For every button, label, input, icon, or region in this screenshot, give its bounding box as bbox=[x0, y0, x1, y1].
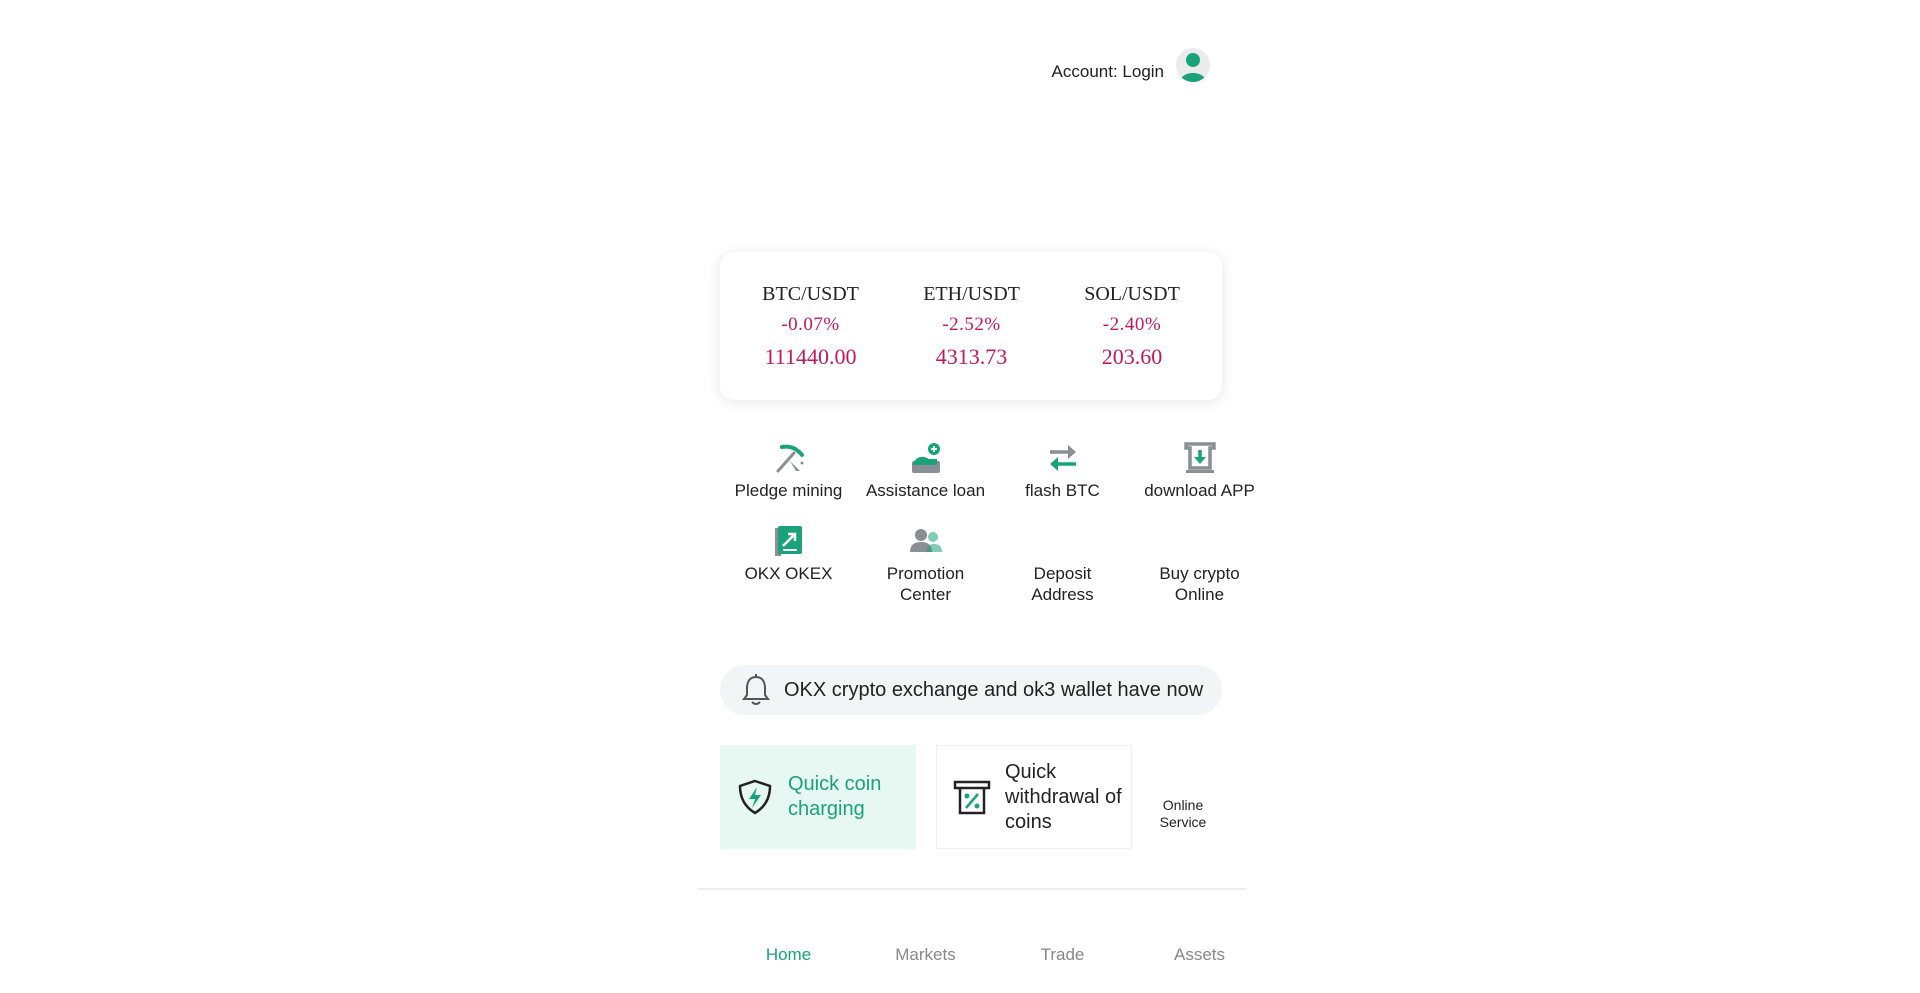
ticker-pair: ETH/USDT bbox=[923, 282, 1020, 305]
ticker-change: -2.40% bbox=[1102, 313, 1162, 335]
grid-item-label: download APP bbox=[1144, 481, 1255, 500]
pledge-mining-button[interactable]: Pledge mining bbox=[720, 440, 857, 501]
bottom-nav: Home Markets Trade Assets bbox=[720, 945, 1268, 965]
people-icon bbox=[908, 523, 944, 559]
promotion-center-button[interactable]: Promotion Center bbox=[857, 523, 994, 605]
ticker-price: 203.60 bbox=[1101, 343, 1163, 369]
quick-withdrawal-button[interactable]: Quick withdrawal of coins bbox=[936, 745, 1132, 849]
okx-okex-button[interactable]: OKX OKEX bbox=[720, 523, 857, 605]
grid-item-label: Pledge mining bbox=[734, 481, 843, 500]
ticker-change: -2.52% bbox=[942, 313, 1001, 335]
quick-coin-charging-button[interactable]: Quick coin charging bbox=[720, 745, 916, 849]
ticker-price: 111440.00 bbox=[764, 343, 857, 369]
external-link-icon bbox=[771, 523, 807, 559]
nav-home[interactable]: Home bbox=[720, 945, 857, 965]
grid-item-label: Deposit Address bbox=[1031, 564, 1094, 604]
ticker-btc[interactable]: BTC/USDT -0.07% 111440.00 bbox=[762, 283, 859, 370]
bell-icon bbox=[740, 674, 772, 706]
buy-crypto-online-button[interactable]: Buy crypto Online bbox=[1131, 523, 1268, 605]
ticker-pair: SOL/USDT bbox=[1084, 282, 1180, 305]
buy-crypto-icon-slot bbox=[1182, 523, 1218, 559]
grid-item-label: Assistance loan bbox=[865, 481, 986, 500]
ticker-card: BTC/USDT -0.07% 111440.00 ETH/USDT -2.52… bbox=[720, 252, 1222, 400]
withdraw-percent-icon bbox=[953, 777, 991, 817]
ticker-pair: BTC/USDT bbox=[762, 282, 859, 305]
nav-assets[interactable]: Assets bbox=[1131, 945, 1268, 965]
grid-item-label: Buy crypto Online bbox=[1159, 564, 1240, 604]
nav-markets[interactable]: Markets bbox=[857, 945, 994, 965]
assistance-loan-button[interactable]: Assistance loan bbox=[857, 440, 994, 501]
shield-bolt-icon bbox=[736, 777, 774, 817]
nav-trade[interactable]: Trade bbox=[994, 945, 1131, 965]
nav-divider bbox=[698, 888, 1246, 890]
quick-actions: Quick coin charging Quick withdrawal of … bbox=[720, 745, 1240, 851]
user-avatar-icon[interactable] bbox=[1176, 48, 1210, 82]
ticker-price: 4313.73 bbox=[935, 343, 1008, 369]
download-app-button[interactable]: download APP bbox=[1131, 440, 1268, 501]
ticker-eth[interactable]: ETH/USDT -2.52% 4313.73 bbox=[923, 283, 1020, 370]
account-header: Account: Login bbox=[1052, 48, 1210, 82]
flash-btc-button[interactable]: flash BTC bbox=[994, 440, 1131, 501]
online-service-button[interactable]: Online Service bbox=[1148, 797, 1218, 831]
quick-menu-grid: Pledge mining Assistance loan flash BTC … bbox=[720, 440, 1268, 605]
download-icon bbox=[1182, 440, 1218, 476]
pickaxe-icon bbox=[771, 440, 807, 476]
deposit-address-button[interactable]: Deposit Address bbox=[994, 523, 1131, 605]
app-container: Account: Login BTC/USDT -0.07% 111440.00… bbox=[698, 0, 1255, 993]
announcement-bar[interactable]: OKX crypto exchange and ok3 wallet have … bbox=[720, 665, 1222, 715]
deposit-address-icon-slot bbox=[1045, 523, 1081, 559]
grid-item-label: flash BTC bbox=[1025, 481, 1100, 500]
ticker-sol[interactable]: SOL/USDT -2.40% 203.60 bbox=[1084, 283, 1180, 370]
account-login-link[interactable]: Account: Login bbox=[1052, 62, 1164, 82]
swap-arrows-icon bbox=[1045, 440, 1081, 476]
ticker-change: -0.07% bbox=[781, 313, 840, 335]
grid-item-label: Promotion Center bbox=[886, 564, 965, 604]
announcement-text: OKX crypto exchange and ok3 wallet have … bbox=[784, 678, 1204, 701]
withdraw-label: Quick withdrawal of coins bbox=[1005, 760, 1122, 833]
loan-hand-icon bbox=[908, 440, 944, 476]
grid-item-label: OKX OKEX bbox=[744, 564, 833, 583]
charge-label: Quick coin charging bbox=[788, 773, 882, 820]
